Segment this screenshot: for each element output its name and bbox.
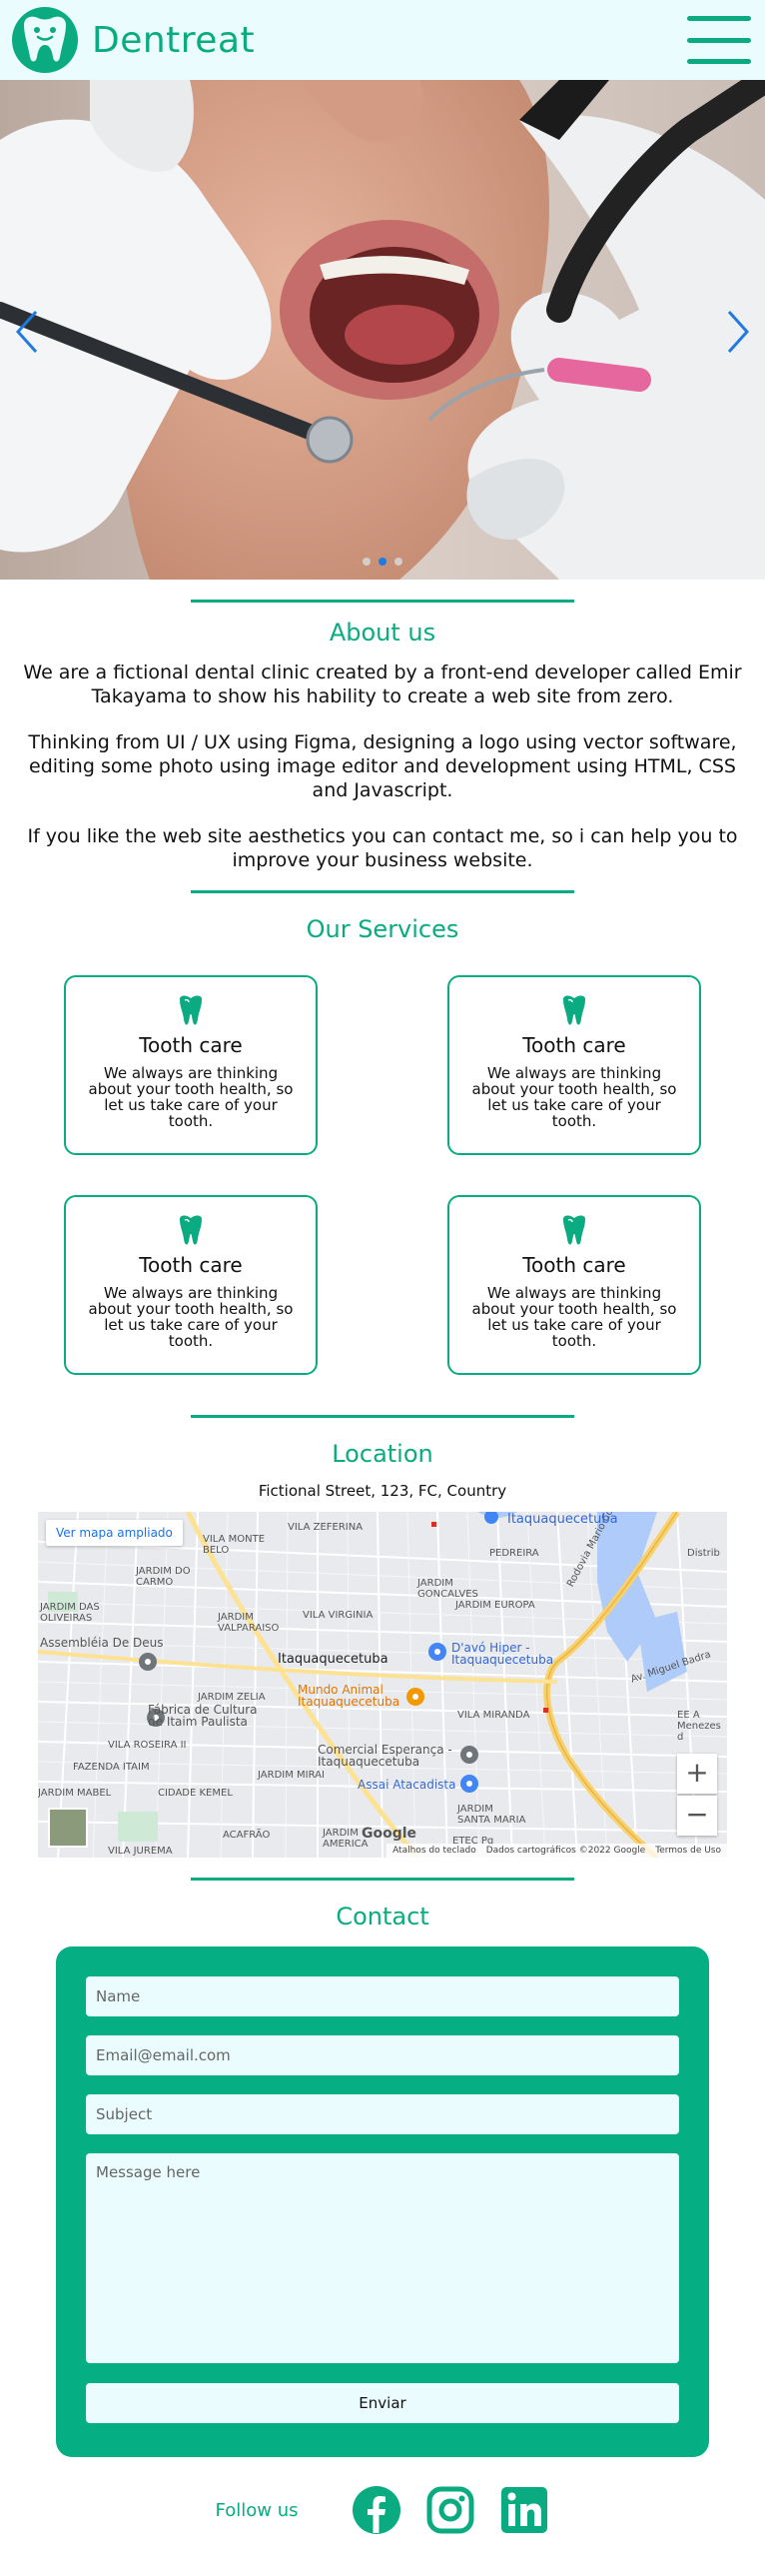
map-label: JARDIM MABEL [38, 1788, 112, 1799]
brand-name: Dentreat [92, 19, 256, 61]
carousel-prev-chevron-icon[interactable] [6, 302, 46, 362]
location-section: Location Fictional Street, 123, FC, Coun… [0, 1415, 765, 1858]
map-label: JARDIM ZELIA [198, 1692, 266, 1703]
map-label: VILA JUREMA [108, 1846, 173, 1857]
tooth-icon [180, 1215, 202, 1245]
map-label: Assembléia De Deus [40, 1636, 164, 1650]
map-label: JARDIM EUROPA [455, 1600, 535, 1611]
address-text: Fictional Street, 123, FC, Country [258, 1482, 507, 1500]
name-field[interactable] [86, 1976, 679, 2016]
tooth-icon [563, 1215, 585, 1245]
service-card-text: We always are thinking about your tooth … [471, 1284, 677, 1350]
carousel-dot-1[interactable] [363, 558, 371, 566]
carousel-dots [0, 558, 765, 566]
submit-button[interactable]: Enviar [86, 2383, 679, 2423]
hamburger-icon-bar [687, 59, 751, 64]
service-card-title: Tooth care [522, 1033, 626, 1057]
follow-label: Follow us [215, 2499, 299, 2521]
google-map[interactable]: Ver mapa ampliado VILA ZEFERINA Itaquaqu… [38, 1512, 727, 1858]
service-card-text: We always are thinking about your tooth … [88, 1064, 294, 1130]
services-grid: Tooth care We always are thinking about … [0, 975, 765, 1415]
map-data-credit: Dados cartográficos ©2022 Google [485, 1846, 646, 1856]
map-label: CIDADE KEMEL [158, 1788, 233, 1799]
section-divider [191, 890, 574, 893]
map-label: JARDIM SANTA MARIA [457, 1804, 526, 1826]
service-card: Tooth care We always are thinking about … [64, 1195, 318, 1375]
hamburger-icon-bar [687, 16, 751, 21]
carousel-dot-3[interactable] [394, 558, 402, 566]
map-label: VILA MONTE BELO [203, 1534, 266, 1556]
map-satellite-toggle[interactable] [48, 1808, 88, 1848]
location-title: Location [332, 1440, 433, 1468]
map-footer: Atalhos do teclado Dados cartográficos ©… [386, 1844, 727, 1858]
service-card-title: Tooth care [522, 1253, 626, 1277]
section-divider [191, 1415, 574, 1418]
subject-field[interactable] [86, 2094, 679, 2134]
tooth-icon [563, 995, 585, 1025]
service-card: Tooth care We always are thinking about … [447, 975, 701, 1155]
map-label: VILA ROSEIRA II [108, 1740, 187, 1751]
about-paragraph-3: If you like the web site aesthetics you … [27, 825, 738, 871]
service-card-text: We always are thinking about your tooth … [471, 1064, 677, 1130]
email-field[interactable] [86, 2035, 679, 2075]
about-paragraph-1: We are a fictional dental clinic created… [23, 661, 742, 707]
instagram-icon[interactable] [425, 2485, 475, 2535]
about-title: About us [329, 619, 436, 646]
map-label: ACAFRÃO [223, 1830, 271, 1841]
service-card-title: Tooth care [139, 1033, 243, 1057]
brand[interactable]: Dentreat [10, 5, 255, 75]
facebook-icon[interactable] [352, 2485, 401, 2535]
map-label: JARDIM VALPARAISO [218, 1612, 280, 1634]
map-zoom-in-button[interactable]: + [677, 1754, 717, 1794]
map-label: Mundo Animal Itaquaquecetuba [298, 1683, 400, 1709]
map-label: JARDIM MIRAI [258, 1770, 325, 1781]
dentist-photo [0, 80, 765, 580]
services-title: Our Services [306, 915, 459, 943]
map-label: JARDIM DO CARMO [136, 1566, 191, 1588]
map-label: Fábrica de Cultura de Itaim Paulista [148, 1703, 258, 1729]
carousel-dot-2[interactable] [379, 558, 386, 566]
hamburger-menu-button[interactable] [687, 16, 751, 64]
map-label: FAZENDA ITAIM [73, 1762, 150, 1773]
google-logo: Google [362, 1826, 417, 1842]
carousel-next-chevron-icon[interactable] [719, 302, 759, 362]
map-label: Comercial Esperança - Itaquaquecetuba [318, 1743, 452, 1769]
about-section: About us We are a fictional dental clini… [0, 580, 765, 872]
dentreat-logo-icon [12, 7, 78, 73]
service-card-title: Tooth care [139, 1253, 243, 1277]
contact-section: Contact Enviar [0, 1858, 765, 2457]
map-label: Itaquaquecetuba [278, 1652, 388, 1667]
map-label: Assai Atacadista [358, 1778, 456, 1792]
map-label: VILA VIRGINIA [303, 1610, 374, 1621]
hamburger-icon-bar [687, 37, 751, 43]
tooth-icon [180, 995, 202, 1025]
map-label: PEDREIRA [489, 1548, 539, 1559]
contact-form: Enviar [56, 1946, 709, 2457]
service-card-text: We always are thinking about your tooth … [88, 1284, 294, 1350]
message-field[interactable] [86, 2153, 679, 2363]
hero-carousel [0, 80, 765, 580]
map-zoom-out-button[interactable]: − [677, 1796, 717, 1836]
map-enlarge-link[interactable]: Ver mapa ampliado [46, 1520, 183, 1546]
map-label: VILA ZEFERINA [288, 1522, 364, 1533]
follow-us: Follow us [0, 2457, 765, 2557]
contact-title: Contact [336, 1903, 429, 1931]
map-label: JARDIM GONCALVES [417, 1578, 478, 1600]
map-label: EE A Menezes d [677, 1710, 721, 1743]
section-divider [191, 1878, 574, 1881]
linkedin-icon[interactable] [499, 2485, 549, 2535]
map-label: Distrib [687, 1548, 720, 1559]
site-header: Dentreat [0, 0, 765, 80]
section-divider [191, 600, 574, 603]
map-label: JARDIM DAS OLIVEIRAS [40, 1602, 100, 1624]
service-card: Tooth care We always are thinking about … [64, 975, 318, 1155]
about-paragraph-2: Thinking from UI / UX using Figma, desig… [28, 731, 737, 801]
map-label: VILA MIRANDA [457, 1710, 530, 1721]
services-section: Our Services Tooth care We always are th… [0, 890, 765, 1415]
service-card: Tooth care We always are thinking about … [447, 1195, 701, 1375]
map-label: D'avó Hiper - Itaquaquecetuba [451, 1641, 554, 1667]
map-terms-link[interactable]: Termos de Uso [655, 1846, 721, 1856]
map-keyboard-shortcuts-link[interactable]: Atalhos do teclado [392, 1846, 476, 1856]
